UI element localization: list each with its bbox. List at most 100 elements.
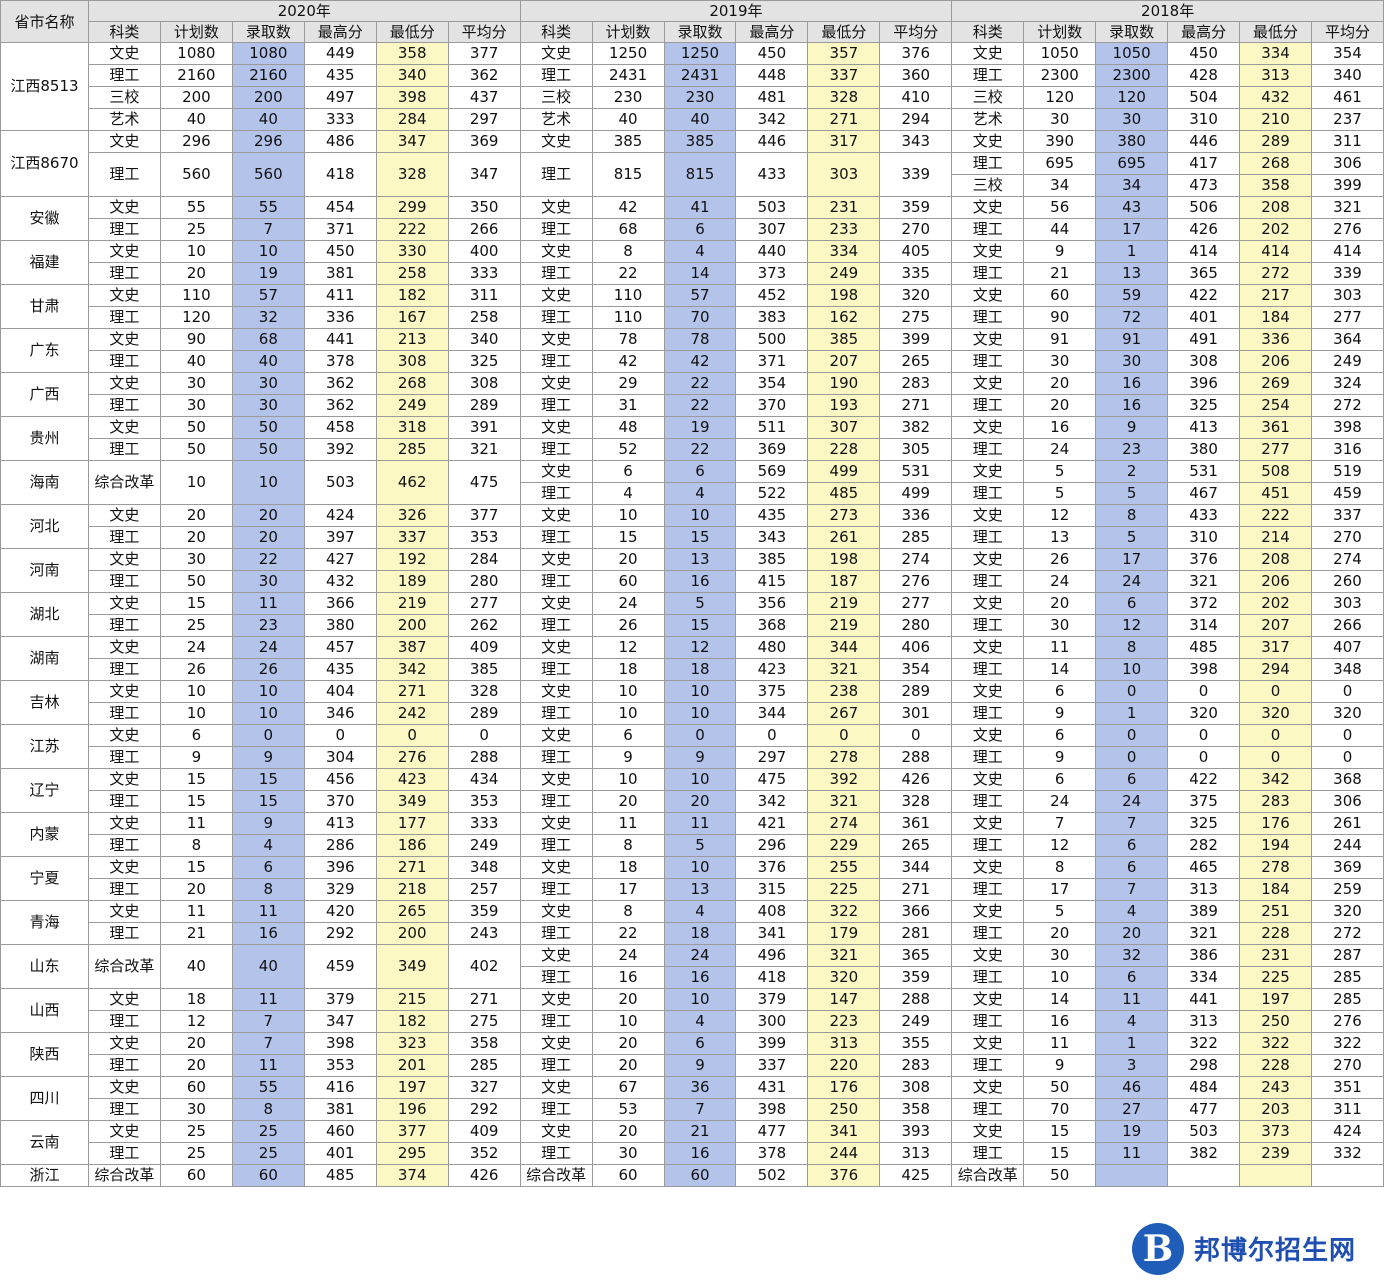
plan-cell: 40 bbox=[159, 350, 233, 373]
table-row: 江西8513 文史 1080 1080 449 358 377 文史 1250 1250 450 35… bbox=[0, 42, 1384, 131]
year-2020-header: 2020年 bbox=[87, 0, 521, 22]
min-cell: 342 bbox=[375, 658, 449, 681]
plan-cell: 15 bbox=[1023, 1120, 1097, 1143]
avg-cell: 400 bbox=[447, 240, 521, 263]
plan-cell: 30 bbox=[1023, 108, 1097, 131]
avg-cell: 348 bbox=[1310, 658, 1384, 681]
admitted-cell: 15 bbox=[231, 790, 305, 813]
avg-cell: 351 bbox=[1310, 1076, 1384, 1099]
province-name-cell: 贵州 bbox=[0, 416, 89, 461]
subject-cell: 文史 bbox=[519, 130, 593, 153]
min-cell: 308 bbox=[375, 350, 449, 373]
avg-cell: 348 bbox=[447, 856, 521, 879]
subject-cell: 理工 bbox=[519, 438, 593, 461]
min-cell: 200 bbox=[375, 922, 449, 945]
subject-cell: 文史 bbox=[519, 944, 593, 967]
max-cell: 313 bbox=[1167, 1010, 1241, 1033]
admitted-cell: 200 bbox=[231, 86, 305, 109]
province-name-cell: 河南 bbox=[0, 548, 89, 593]
max-cell: 413 bbox=[303, 812, 377, 835]
avg-cell: 0 bbox=[1310, 680, 1384, 703]
min-cell: 294 bbox=[1239, 658, 1312, 681]
max-cell: 449 bbox=[303, 42, 377, 65]
plan-cell: 9 bbox=[1023, 1054, 1097, 1077]
max-cell: 362 bbox=[303, 394, 377, 417]
admitted-cell: 27 bbox=[1095, 1098, 1169, 1121]
plan-cell: 30 bbox=[591, 1142, 665, 1165]
plan-cell: 8 bbox=[591, 900, 665, 923]
max-cell: 366 bbox=[303, 592, 377, 615]
province-name-cell: 江西8670 bbox=[0, 130, 89, 197]
plan-cell: 15 bbox=[1023, 1142, 1097, 1165]
max-cell: 441 bbox=[303, 328, 377, 351]
min-cell: 182 bbox=[375, 284, 449, 307]
min-cell: 321 bbox=[807, 790, 881, 813]
table-row: 理工 12 7 347 182 275 理工 10 4 300 223 249 理工 16 4 313 250 2… bbox=[1, 1010, 1384, 1033]
admitted-cell: 0 bbox=[663, 724, 737, 747]
admitted-cell: 4 bbox=[663, 482, 737, 505]
max-cell: 297 bbox=[735, 746, 809, 769]
plan-cell: 20 bbox=[1023, 922, 1097, 945]
avg-cell: 261 bbox=[1310, 812, 1384, 835]
admitted-cell: 11 bbox=[663, 812, 737, 835]
col-admitted-2018: 录取数 bbox=[1095, 21, 1169, 43]
subject-cell: 文史 bbox=[951, 636, 1025, 659]
province-name-cell: 浙江 bbox=[0, 1164, 89, 1187]
avg-cell: 249 bbox=[879, 1010, 953, 1033]
avg-cell: 288 bbox=[447, 746, 521, 769]
min-cell: 295 bbox=[375, 1142, 449, 1165]
table-row: 吉林 文史 10 10 404 271 328 文史 10 10 375 238 289 文史 6 0 0 0 0 bbox=[0, 680, 1384, 725]
admitted-cell: 6 bbox=[663, 218, 737, 241]
subject-cell: 文史 bbox=[87, 240, 161, 263]
plan-cell: 18 bbox=[591, 658, 665, 681]
min-cell: 499 bbox=[807, 460, 881, 483]
avg-cell: 337 bbox=[1310, 504, 1384, 527]
plan-cell: 230 bbox=[591, 86, 665, 109]
admitted-cell: 60 bbox=[231, 1164, 305, 1187]
table-row: 安徽 文史 55 55 454 299 350 文史 42 41 503 231 359 文史 56 43 50… bbox=[0, 196, 1384, 241]
subject-cell: 综合改革 bbox=[87, 460, 161, 505]
max-cell: 380 bbox=[1167, 438, 1241, 461]
subject-cell: 理工 bbox=[519, 1054, 593, 1077]
province-name-cell: 辽宁 bbox=[0, 768, 89, 813]
plan-cell: 48 bbox=[591, 416, 665, 439]
max-cell: 0 bbox=[1167, 724, 1241, 747]
avg-cell: 320 bbox=[1310, 900, 1384, 923]
plan-cell: 20 bbox=[1023, 592, 1097, 615]
max-cell: 379 bbox=[303, 988, 377, 1011]
min-cell: 387 bbox=[375, 636, 449, 659]
table-row: 青海 文史 11 11 420 265 359 文史 8 4 408 322 366 文史 5 4 389 251… bbox=[0, 900, 1384, 945]
subject-cell: 理工 bbox=[951, 438, 1025, 461]
max-cell: 427 bbox=[303, 548, 377, 571]
admitted-cell: 17 bbox=[1095, 548, 1169, 571]
max-cell: 486 bbox=[303, 130, 377, 153]
min-cell: 213 bbox=[375, 328, 449, 351]
max-cell: 452 bbox=[735, 284, 809, 307]
col-min-2019: 最低分 bbox=[807, 21, 881, 43]
watermark-text: 邦博尔招生网 bbox=[1194, 1236, 1357, 1266]
province-name-cell: 甘肃 bbox=[0, 284, 89, 329]
admitted-cell: 3 bbox=[1095, 1054, 1169, 1077]
subject-cell: 理工 bbox=[951, 614, 1025, 637]
min-cell: 267 bbox=[807, 702, 881, 725]
subject-cell: 艺术 bbox=[87, 108, 161, 131]
max-cell: 372 bbox=[1167, 592, 1241, 615]
max-cell: 422 bbox=[1167, 768, 1241, 791]
min-cell: 239 bbox=[1239, 1142, 1312, 1165]
min-cell: 423 bbox=[375, 768, 449, 791]
avg-cell: 358 bbox=[447, 1032, 521, 1055]
min-cell: 349 bbox=[375, 790, 449, 813]
min-cell: 215 bbox=[375, 988, 449, 1011]
min-cell: 0 bbox=[375, 724, 449, 747]
plan-cell: 8 bbox=[1023, 856, 1097, 879]
min-cell: 242 bbox=[375, 702, 449, 725]
admitted-cell: 6 bbox=[1095, 834, 1169, 857]
max-cell: 333 bbox=[303, 108, 377, 131]
site-watermark: B 邦博尔招生网 bbox=[1122, 1213, 1384, 1284]
admitted-cell: 59 bbox=[1095, 284, 1169, 307]
subject-cell: 理工 bbox=[519, 922, 593, 945]
avg-cell: 311 bbox=[1310, 1098, 1384, 1121]
plan-cell: 6 bbox=[591, 460, 665, 483]
avg-cell: 275 bbox=[447, 1010, 521, 1033]
min-cell: 223 bbox=[807, 1010, 881, 1033]
